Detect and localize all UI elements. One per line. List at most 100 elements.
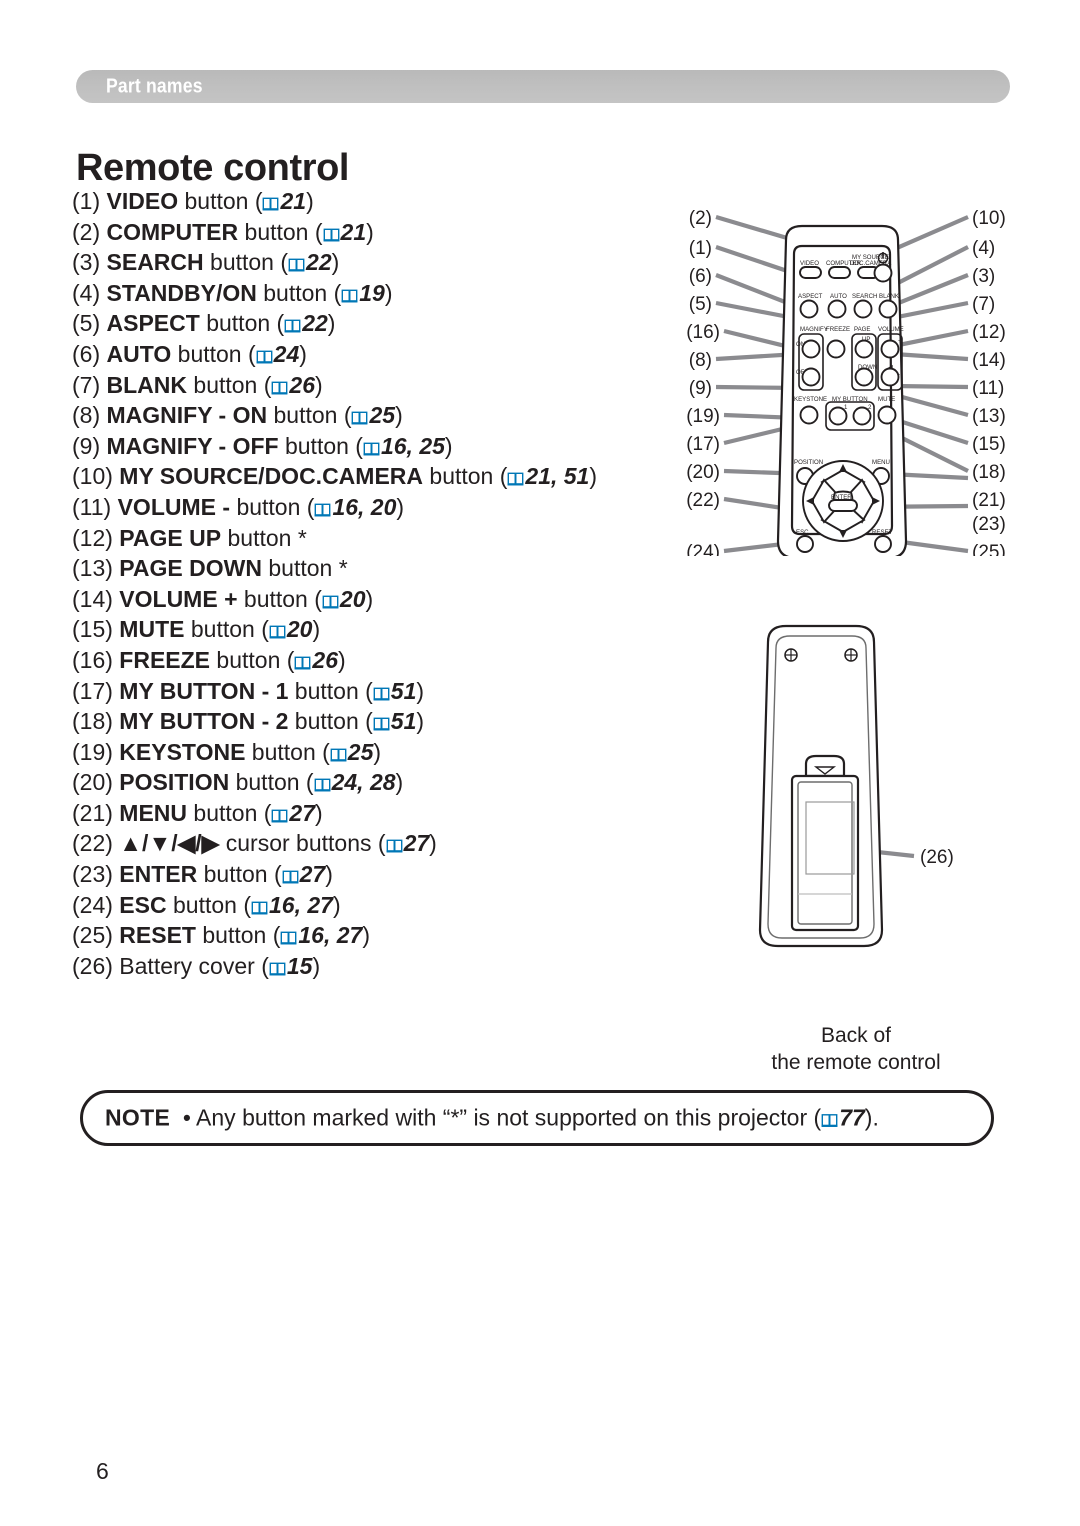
label-auto: AUTO bbox=[830, 293, 847, 300]
label-menu: MENU bbox=[872, 459, 890, 466]
item-close: ) bbox=[395, 769, 404, 796]
item-tail: button ( bbox=[193, 799, 272, 826]
item-number: (11) bbox=[72, 493, 112, 520]
item-page-reference: 15 bbox=[286, 952, 313, 979]
item-name: MY BUTTON - 1 bbox=[119, 677, 289, 704]
list-item: (5) ASPECT button (22) bbox=[72, 308, 672, 339]
button-search bbox=[853, 299, 873, 319]
item-number: (1) bbox=[72, 188, 101, 214]
callout-right-2: (3) bbox=[972, 266, 995, 287]
item-tail: button ( bbox=[210, 249, 289, 276]
item-tail: button ( bbox=[236, 493, 315, 520]
battery-cover bbox=[790, 774, 860, 932]
item-tail: button ( bbox=[294, 708, 373, 735]
callout-right-10: (21) bbox=[972, 490, 1006, 511]
callout-right-11: (23) bbox=[972, 514, 1006, 535]
book-reference-icon bbox=[251, 901, 268, 915]
running-header-bar: Part names bbox=[76, 70, 1010, 103]
list-item: (15) MUTE button (20) bbox=[72, 614, 672, 645]
list-item: (6) AUTO button (24) bbox=[72, 339, 672, 370]
battery-cover-latch bbox=[804, 754, 846, 778]
button-keystone bbox=[799, 405, 819, 425]
list-item: (9) MAGNIFY - OFF button (16, 25) bbox=[72, 431, 672, 462]
list-item: (21) MENU button (27) bbox=[72, 798, 672, 829]
note-content: NOTE • Any button marked with “*” is not… bbox=[105, 1105, 879, 1132]
item-name: KEYSTONE bbox=[119, 738, 246, 765]
item-tail: button ( bbox=[193, 371, 272, 398]
list-item: (2) COMPUTER button (21) bbox=[72, 217, 672, 248]
list-item: (14) VOLUME + button (20) bbox=[72, 584, 672, 615]
button-magnify-off bbox=[801, 367, 821, 387]
running-header-text: Part names bbox=[106, 75, 203, 97]
item-name: VIDEO bbox=[106, 188, 179, 214]
note-close-paren: ). bbox=[864, 1104, 879, 1131]
item-page-reference: 16, 25 bbox=[380, 432, 445, 459]
list-item: (19) KEYSTONE button (25) bbox=[72, 737, 672, 768]
item-tail: button ( bbox=[244, 218, 323, 245]
item-name: STANDBY/ON bbox=[106, 279, 257, 306]
item-page-reference: 16, 20 bbox=[332, 493, 397, 520]
label-video: VIDEO bbox=[800, 260, 819, 267]
list-item: (1) VIDEO button (21) bbox=[72, 186, 672, 217]
list-item: (18) MY BUTTON - 2 button (51) bbox=[72, 706, 672, 737]
label-esc: ESC bbox=[796, 529, 809, 536]
item-tail: button ( bbox=[294, 677, 373, 704]
item-number: (10) bbox=[72, 463, 113, 490]
item-tail: button ( bbox=[263, 279, 342, 306]
callout-right-8: (15) bbox=[972, 434, 1006, 455]
item-page-reference: 22 bbox=[306, 249, 332, 276]
item-tail: button ( bbox=[190, 616, 269, 643]
item-name: VOLUME - bbox=[117, 493, 231, 520]
item-number: (15) bbox=[72, 616, 113, 643]
item-number: (24) bbox=[72, 891, 113, 918]
callout-right-7: (13) bbox=[972, 406, 1006, 427]
book-reference-icon bbox=[282, 870, 299, 884]
item-name: MAGNIFY - OFF bbox=[106, 432, 279, 459]
button-my-button-2 bbox=[852, 406, 872, 426]
item-page-reference: 21 bbox=[340, 218, 367, 245]
item-close: ) bbox=[312, 616, 321, 643]
note-reference-page: 77 bbox=[839, 1104, 865, 1131]
item-page-reference: 27 bbox=[403, 830, 430, 857]
item-close: ) bbox=[589, 463, 598, 490]
book-reference-icon bbox=[322, 595, 339, 609]
callout-right-6: (11) bbox=[972, 378, 1004, 399]
item-close: ) bbox=[312, 952, 321, 979]
book-reference-icon bbox=[256, 350, 273, 364]
book-reference-icon bbox=[314, 503, 331, 517]
book-reference-icon bbox=[821, 1114, 838, 1128]
back-caption-line-1: Back of bbox=[820, 1024, 892, 1047]
list-item: (8) MAGNIFY - ON button (25) bbox=[72, 400, 672, 431]
book-reference-icon bbox=[271, 809, 288, 823]
callout-numbers-left: (2) (1) (6) (5) (16) (8) (9) (19) (17) (… bbox=[686, 208, 720, 556]
callout-right-3: (7) bbox=[972, 294, 995, 315]
item-close: ) bbox=[315, 799, 323, 826]
item-page-reference: 20 bbox=[339, 585, 366, 612]
note-body-text: • Any button marked with “*” is not supp… bbox=[182, 1104, 822, 1131]
item-name: VOLUME + bbox=[119, 585, 238, 612]
book-reference-icon bbox=[271, 381, 288, 395]
item-name: ENTER bbox=[119, 861, 198, 888]
item-number: (22) bbox=[72, 830, 113, 857]
item-close: ) bbox=[395, 402, 403, 429]
item-close: ) bbox=[444, 432, 453, 459]
list-item: (7) BLANK button (26) bbox=[72, 370, 672, 401]
item-close: ) bbox=[366, 218, 374, 245]
book-reference-icon bbox=[269, 962, 286, 976]
item-tail: ( bbox=[261, 952, 269, 979]
list-item: (26) Battery cover (15) bbox=[72, 951, 672, 982]
item-number: (5) bbox=[72, 310, 101, 337]
screw-icon-left bbox=[784, 648, 798, 662]
item-number: (3) bbox=[72, 249, 101, 276]
item-close: ) bbox=[362, 922, 370, 949]
button-standby-on bbox=[873, 263, 893, 283]
button-auto bbox=[827, 299, 847, 319]
item-name: MENU bbox=[119, 799, 188, 826]
item-number: (20) bbox=[72, 769, 113, 796]
item-page-reference: 22 bbox=[302, 310, 328, 337]
callout-right-5: (14) bbox=[972, 350, 1006, 371]
item-name: BLANK bbox=[106, 371, 188, 398]
item-close: ) bbox=[327, 310, 336, 337]
item-page-reference: 20 bbox=[286, 616, 313, 643]
item-tail: button * bbox=[227, 524, 307, 551]
